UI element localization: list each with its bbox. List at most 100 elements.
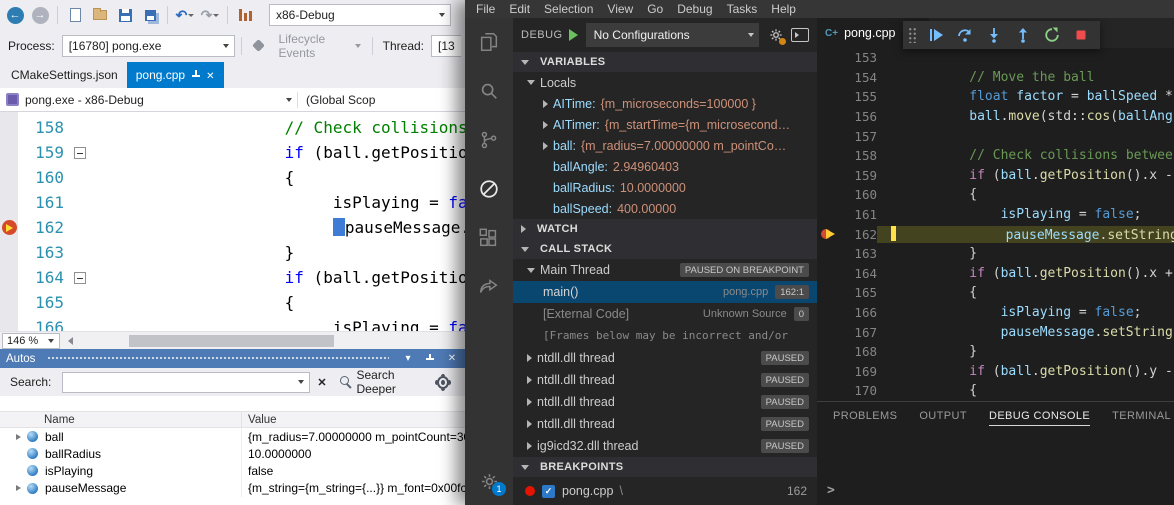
project-dropdown[interactable]: pong.exe - x86-Debug — [25, 88, 297, 111]
menu-go[interactable]: Go — [640, 2, 670, 16]
variables-section-header[interactable]: VARIABLES — [513, 52, 817, 72]
pin-icon[interactable] — [191, 70, 200, 81]
restart-button[interactable] — [1038, 23, 1066, 47]
breakpoint-margin[interactable] — [0, 215, 18, 240]
search-deeper-button[interactable]: Search Deeper — [334, 366, 431, 398]
stack-frame[interactable]: [External Code]Unknown Source0 — [513, 303, 817, 325]
code-line[interactable]: 165 { — [817, 283, 1174, 303]
code-line[interactable]: 164 if (ball.getPositio — [0, 265, 465, 290]
thread-row[interactable]: ntdll.dll threadPAUSED — [513, 369, 817, 391]
column-header-value[interactable]: Value — [242, 412, 465, 427]
thread-row[interactable]: ntdll.dll threadPAUSED — [513, 413, 817, 435]
breakpoint-margin[interactable] — [0, 290, 18, 315]
breakpoint-margin[interactable] — [0, 315, 18, 331]
breakpoint-item[interactable]: pong.cpp \ 162 — [513, 477, 817, 505]
breakpoint-margin[interactable] — [0, 115, 18, 140]
code-line[interactable]: 159 if (ball.getPosition().x - — [817, 166, 1174, 186]
callstack-section-header[interactable]: CALL STACK — [513, 239, 817, 259]
explorer-icon[interactable] — [477, 30, 501, 54]
drag-handle-icon[interactable] — [908, 27, 917, 43]
code-line[interactable]: 156 ball.move(std::cos(ballAng — [817, 107, 1174, 127]
watch-row[interactable]: pauseMessage{m_string={m_string={...}} m… — [0, 480, 465, 497]
open-debug-console-icon[interactable] — [791, 28, 809, 42]
panel-tab-problems[interactable]: PROBLEMS — [833, 406, 897, 425]
variable-row[interactable]: ballSpeed:400.00000 — [513, 198, 817, 219]
scroll-left-icon[interactable] — [68, 337, 73, 345]
thread-row[interactable]: ntdll.dll threadPAUSED — [513, 347, 817, 369]
breakpoint-margin[interactable] — [817, 107, 843, 127]
start-debugging-icon[interactable] — [569, 29, 578, 41]
thread-row[interactable]: ig9icd32.dll threadPAUSED — [513, 435, 817, 457]
code-line[interactable]: 160 { — [817, 185, 1174, 205]
vscode-code-lines[interactable]: 153154 // Move the ball155 float factor … — [817, 48, 1174, 401]
breakpoint-margin[interactable] — [817, 224, 843, 244]
autos-settings-gear-icon[interactable] — [437, 376, 449, 389]
step-into-button[interactable] — [980, 23, 1008, 47]
close-icon[interactable] — [206, 68, 214, 82]
variable-row[interactable]: ball:{m_radius=7.00000000 m_pointCo… — [513, 135, 817, 156]
breakpoint-margin[interactable] — [817, 48, 843, 68]
twisty-icon[interactable] — [543, 100, 548, 108]
extensions-icon[interactable] — [477, 226, 501, 250]
debug-icon[interactable] — [477, 177, 501, 201]
breakpoint-margin[interactable] — [817, 244, 843, 264]
breakpoint-margin[interactable] — [817, 283, 843, 303]
breakpoint-checkbox[interactable] — [542, 485, 555, 498]
breakpoint-margin[interactable] — [817, 126, 843, 146]
menu-tasks[interactable]: Tasks — [720, 2, 765, 16]
menu-file[interactable]: File — [469, 2, 502, 16]
breakpoint-margin[interactable] — [817, 342, 843, 362]
variable-row[interactable]: ballRadius:10.0000000 — [513, 177, 817, 198]
breakpoint-margin[interactable] — [817, 87, 843, 107]
fold-toggle-icon[interactable] — [74, 147, 86, 159]
breakpoint-margin[interactable] — [0, 140, 18, 165]
breakpoint-margin[interactable] — [817, 322, 843, 342]
menu-view[interactable]: View — [600, 2, 640, 16]
breakpoint-margin[interactable] — [0, 240, 18, 265]
watch-row[interactable]: ballRadius10.0000000 — [0, 445, 465, 462]
search-icon[interactable] — [477, 79, 501, 103]
twisty-icon[interactable] — [527, 442, 532, 450]
code-line[interactable]: 159 if (ball.getPositio — [0, 140, 465, 165]
step-out-button[interactable] — [1009, 23, 1037, 47]
code-line[interactable]: 163 } — [0, 240, 465, 265]
settings-gear-icon[interactable]: 1 — [477, 469, 501, 493]
stop-button[interactable] — [1067, 23, 1095, 47]
continue-button[interactable] — [922, 23, 950, 47]
watch-row[interactable]: isPlayingfalse — [0, 462, 465, 479]
pin-window-icon[interactable] — [426, 354, 434, 364]
document-tab[interactable]: pong.cpp — [127, 62, 224, 88]
breakpoint-margin[interactable] — [817, 68, 843, 88]
thread-dropdown[interactable]: [13 — [431, 35, 461, 57]
code-line[interactable]: 163 } — [817, 244, 1174, 264]
code-line[interactable]: 168 } — [817, 342, 1174, 362]
code-line[interactable]: 162 pauseMessage.se — [0, 215, 465, 240]
code-line[interactable]: 155 float factor = ballSpeed * — [817, 87, 1174, 107]
clear-search-icon[interactable] — [317, 375, 326, 389]
breakpoints-section-header[interactable]: BREAKPOINTS — [513, 457, 817, 477]
step-over-button[interactable] — [951, 23, 979, 47]
panel-tab-output[interactable]: OUTPUT — [919, 406, 967, 425]
scope-dropdown[interactable]: (Global Scop — [298, 88, 465, 111]
twisty-icon[interactable] — [527, 376, 532, 384]
fold-toggle-icon[interactable] — [74, 272, 86, 284]
watch-section-header[interactable]: WATCH — [513, 219, 817, 239]
close-window-icon[interactable] — [445, 352, 459, 366]
zoom-dropdown[interactable]: 146 % — [2, 333, 60, 349]
variable-row[interactable]: AITime:{m_microseconds=100000 } — [513, 93, 817, 114]
code-line[interactable]: 161 isPlaying = fal — [0, 190, 465, 215]
code-line[interactable]: 164 if (ball.getPosition().x + — [817, 264, 1174, 284]
breakpoint-margin[interactable] — [817, 146, 843, 166]
vs-editor[interactable]: 158 // Check collisions159 if (ball.getP… — [0, 112, 465, 331]
debug-console[interactable] — [817, 429, 1174, 505]
source-control-icon[interactable] — [477, 128, 501, 152]
variable-row[interactable]: ballAngle:2.94960403 — [513, 156, 817, 177]
undo-icon[interactable] — [174, 4, 196, 26]
breakpoint-margin[interactable] — [817, 362, 843, 382]
breakpoint-margin[interactable] — [817, 205, 843, 225]
navigate-back-icon[interactable] — [4, 4, 26, 26]
code-line[interactable]: 166 isPlaying = false; — [817, 303, 1174, 323]
code-line[interactable]: 161 isPlaying = false; — [817, 205, 1174, 225]
breakpoint-margin[interactable] — [817, 303, 843, 323]
code-line[interactable]: 158 // Check collisions — [0, 115, 465, 140]
